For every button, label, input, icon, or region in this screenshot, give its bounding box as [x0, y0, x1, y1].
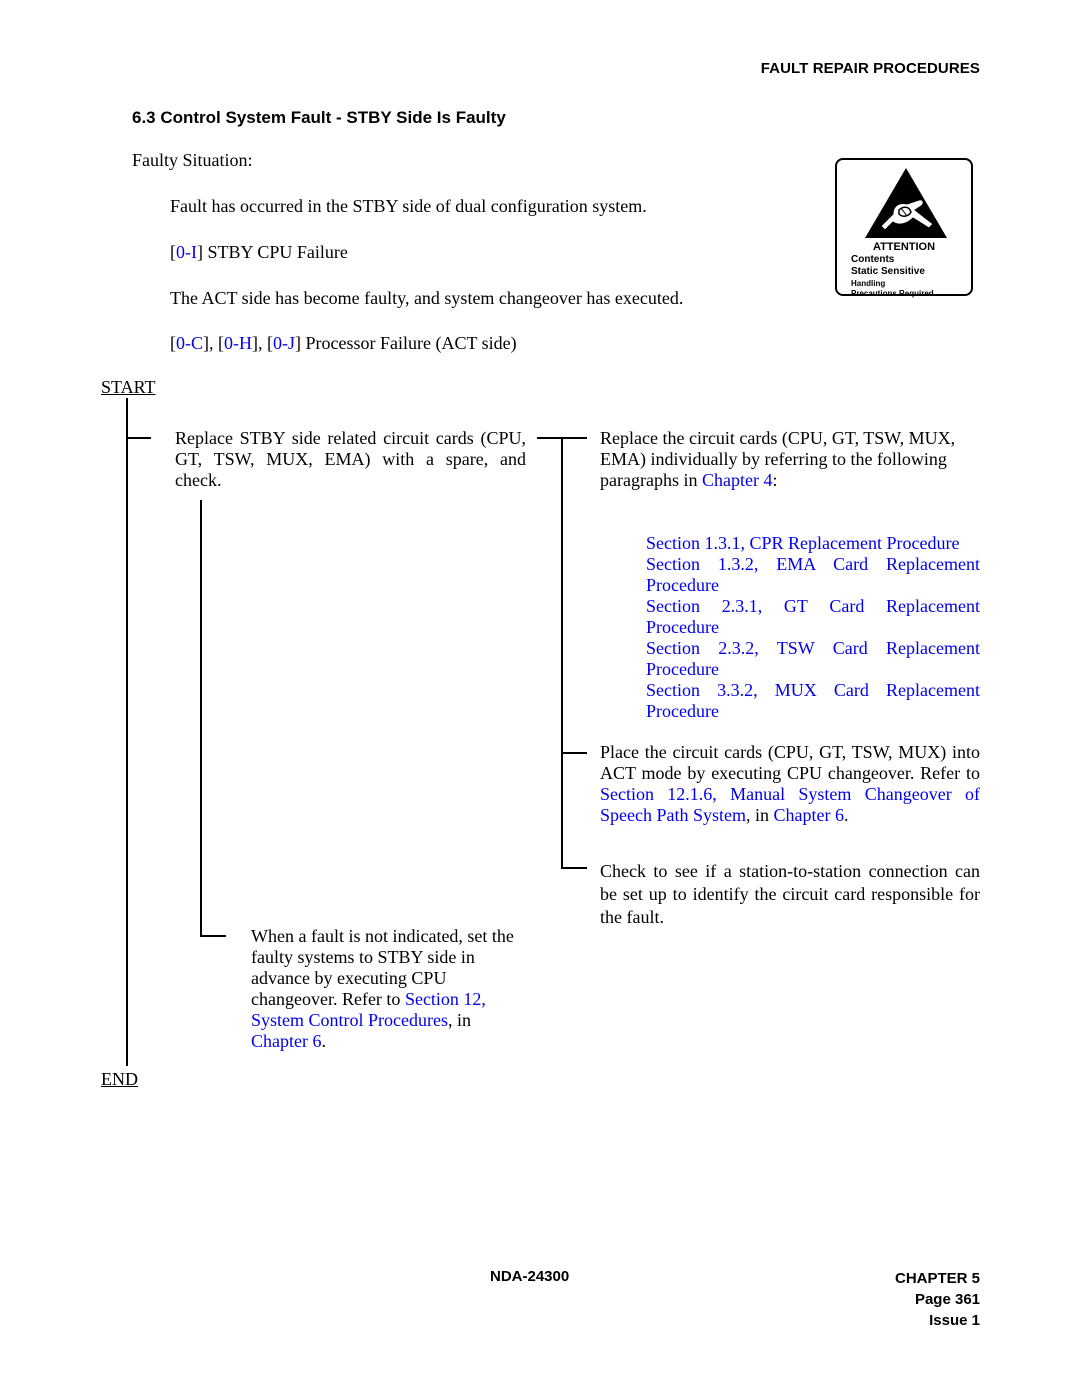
step-check-connection: Check to see if a station-to-station con…	[600, 861, 980, 927]
fault-code-link-0-j[interactable]: 0-J	[273, 333, 295, 353]
flow-connector	[561, 867, 587, 869]
fault-description: Fault has occurred in the STBY side of d…	[170, 196, 647, 216]
reference-link-mux[interactable]: Section 3.3.2, MUX Card Replacement Proc…	[646, 680, 980, 722]
footer-issue: Issue 1	[929, 1312, 980, 1329]
condition-text: STBY CPU Failure	[207, 242, 348, 262]
flow-connector	[561, 752, 587, 754]
esd-warning-hand-icon	[865, 168, 947, 238]
footer-document-number: NDA-24300	[490, 1268, 570, 1285]
condition-processor-failure: [0-C], [0-H], [0-J] Processor Failure (A…	[170, 333, 517, 353]
reference-link-ema[interactable]: Section 1.3.2, EMA Card Replacement Proc…	[646, 554, 980, 596]
flowchart-start: START	[101, 377, 156, 397]
flow-connector	[126, 437, 151, 439]
reference-link-gt[interactable]: Section 2.3.1, GT Card Replacement Proce…	[646, 596, 980, 638]
step-text: , in	[447, 1010, 471, 1030]
flow-connector	[200, 935, 226, 937]
fault-code-link-0-h[interactable]: 0-H	[224, 333, 252, 353]
reference-link-cpr[interactable]: Section 1.3.1, CPR Replacement Procedure	[646, 533, 980, 554]
condition-stby-cpu-failure: [0-I] STBY CPU Failure	[170, 242, 348, 262]
footer-chapter: CHAPTER 5	[894, 1270, 980, 1287]
esd-attention-label: ATTENTION Contents Static Sensitive Hand…	[835, 158, 973, 298]
step-replace-stby-cards: Replace STBY side related circuit cards …	[175, 428, 526, 490]
condition-text: Processor Failure (ACT side)	[305, 333, 517, 353]
flow-line-sub	[200, 500, 202, 937]
step-text: .	[321, 1031, 326, 1051]
faulty-situation-label: Faulty Situation:	[132, 150, 253, 170]
footer-page-info: CHAPTER 5 Page 361 Issue 1	[895, 1268, 980, 1331]
step-text: :	[772, 470, 778, 490]
step-text: Replace the circuit cards (CPU, GT, TSW,…	[600, 428, 956, 490]
attention-line: Static Sensitive	[851, 266, 925, 277]
footer-page: Page 361	[914, 1291, 980, 1308]
attention-line: Contents	[851, 254, 895, 265]
chapter-4-link[interactable]: Chapter 4	[702, 470, 772, 490]
act-description: The ACT side has become faulty, and syst…	[170, 288, 684, 308]
reference-link-tsw[interactable]: Section 2.3.2, TSW Card Replacement Proc…	[646, 638, 980, 680]
step-fault-not-indicated: When a fault is not indicated, set the f…	[251, 926, 523, 1052]
attention-title: ATTENTION	[872, 241, 936, 253]
fault-code-link-0-c[interactable]: 0-C	[176, 333, 203, 353]
step-act-mode-changeover: Place the circuit cards (CPU, GT, TSW, M…	[600, 742, 980, 826]
attention-line: Handling	[851, 279, 886, 288]
flowchart-end: END	[101, 1069, 138, 1089]
flow-line-main	[126, 398, 128, 1066]
fault-code-link-0-i[interactable]: 0-I	[176, 242, 197, 262]
chapter-6-link[interactable]: Chapter 6	[774, 805, 844, 825]
step-replace-individually: Replace the circuit cards (CPU, GT, TSW,…	[600, 428, 980, 491]
attention-line: Precautions Required	[851, 289, 934, 298]
chapter-6-link[interactable]: Chapter 6	[251, 1031, 321, 1051]
step-text: Place the circuit cards (CPU, GT, TSW, M…	[600, 742, 980, 783]
step-text: .	[844, 805, 849, 825]
running-header: FAULT REPAIR PROCEDURES	[760, 60, 980, 77]
step-text: , in	[746, 805, 774, 825]
section-title: 6.3 Control System Fault - STBY Side Is …	[132, 108, 506, 127]
reference-list: Section 1.3.1, CPR Replacement Procedure…	[646, 533, 980, 722]
flow-line-right	[561, 437, 563, 869]
